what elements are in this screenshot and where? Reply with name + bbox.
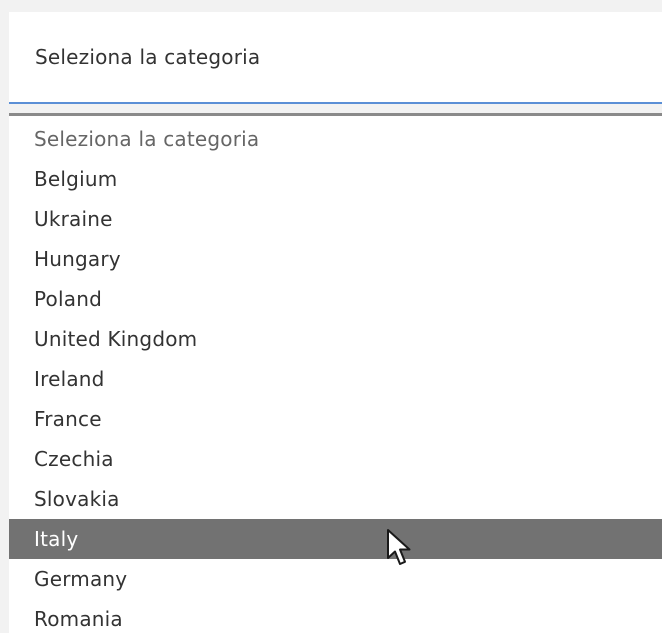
category-select[interactable]: Seleziona la categoria	[9, 12, 662, 104]
option-romania[interactable]: Romania	[9, 599, 662, 633]
option-ireland[interactable]: Ireland	[9, 359, 662, 399]
option-belgium[interactable]: Belgium	[9, 159, 662, 199]
option-czechia[interactable]: Czechia	[9, 439, 662, 479]
option-poland[interactable]: Poland	[9, 279, 662, 319]
option-united-kingdom[interactable]: United Kingdom	[9, 319, 662, 359]
option-italy[interactable]: Italy	[9, 519, 662, 559]
option-ukraine[interactable]: Ukraine	[9, 199, 662, 239]
category-dropdown-list[interactable]: Seleziona la categoria Belgium Ukraine H…	[9, 113, 662, 633]
option-slovakia[interactable]: Slovakia	[9, 479, 662, 519]
category-select-value: Seleziona la categoria	[35, 45, 261, 69]
option-germany[interactable]: Germany	[9, 559, 662, 599]
option-hungary[interactable]: Hungary	[9, 239, 662, 279]
mouse-pointer-icon	[387, 529, 411, 565]
option-placeholder[interactable]: Seleziona la categoria	[9, 119, 662, 159]
option-france[interactable]: France	[9, 399, 662, 439]
